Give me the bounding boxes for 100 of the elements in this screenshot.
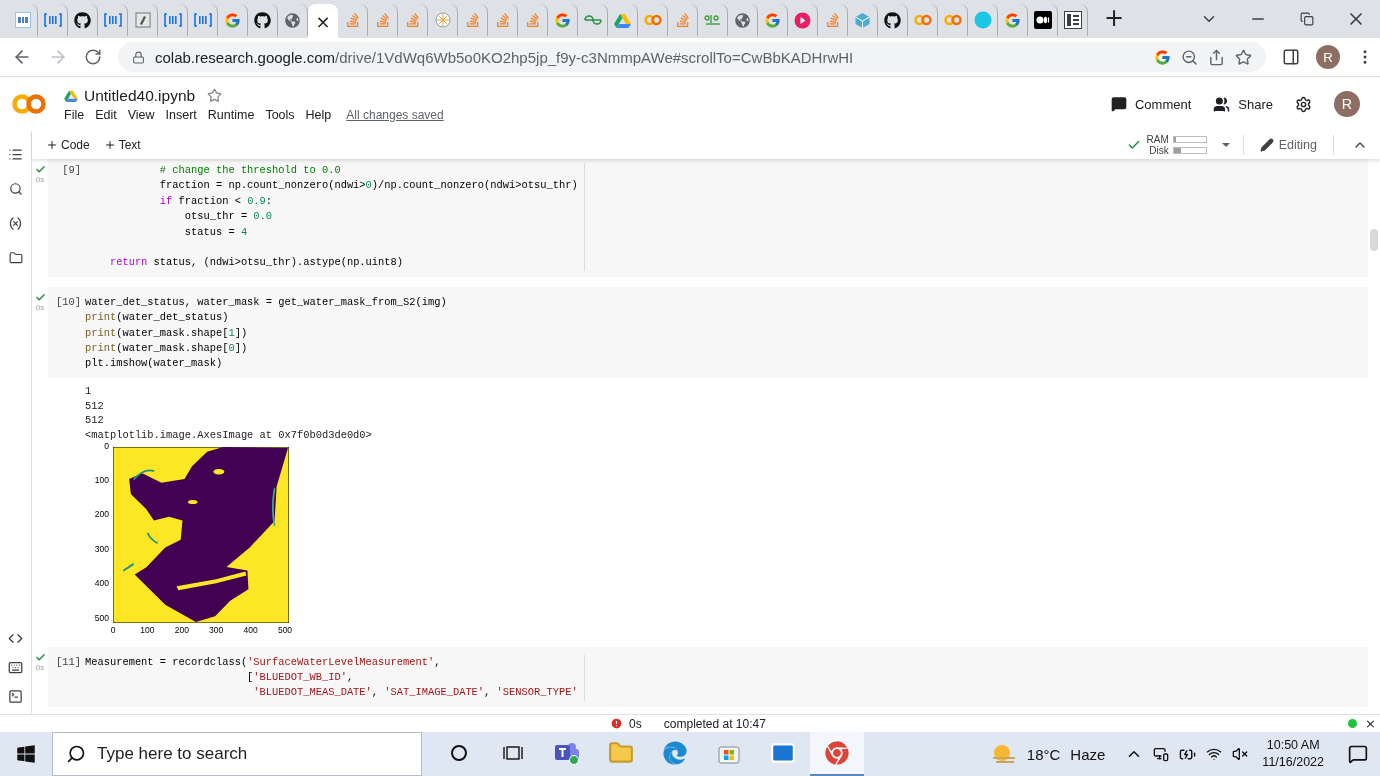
mail-icon[interactable] [770,740,796,766]
code-line: plt.imshow(water_mask) [85,356,224,372]
add-cell-button[interactable]: Code [44,138,92,152]
weather-condition[interactable]: Haze [1070,745,1106,763]
folder-icon[interactable] [8,251,23,265]
code-line: 'BLUEDOT_MEAS_DATE', 'SAT_IMAGE_DATE', 'SENSOR_TYPE' [252,685,579,701]
pencil-icon [1259,138,1274,152]
reader-icon [1063,11,1082,29]
google-icon [554,11,571,29]
command-palette-icon[interactable] [8,660,23,675]
code-cell[interactable]: [11] Measurement = recordclass('SurfaceWaterLevelMeasurement', ['BLUEDOT_WB_ID', 'BLUEDOT_MEAS_DATE', 'SAT_IMAGE_DATE', 'SENSOR_TYPE' [48,646,1368,707]
menu-item[interactable]: Insert [165,107,197,122]
menu-item[interactable]: View [127,107,155,122]
google-icon[interactable] [1154,48,1171,66]
meet-icon[interactable] [1153,746,1170,762]
star-icon[interactable] [207,88,223,103]
side-panel-icon[interactable] [1282,48,1300,66]
settings-icon[interactable] [1295,95,1312,113]
shoreline-mark [271,487,276,527]
address-bar[interactable]: colab.research.google.com/drive/1VdWq6Wb5o0KO2hp5jp_f9y-c3NmmpAWe#scrollTo=CwBbKADHrwHI [118,42,1266,72]
save-status-link[interactable]: All changes saved [346,107,444,122]
execution-count: [10] [55,294,82,310]
comment-icon [1110,96,1127,112]
code-cell[interactable]: [9] # change the threshold to 0.0 fraction = np.count_nonzero(ndwi>0)/np.count_nonzero(ndwi>otsu_thr) if fraction < 0.9: otsu_thr = 0.0 status = 4 return status, (ndwi>otsu_thr).astype(np.uint8) [48,159,1368,277]
code-cell[interactable]: [10] water_det_status, water_mask = get_water_mask_from_S2(img) print(water_det_status) print(water_mask.shape[1]) print(water_mask.shape[0]) plt.imshow(water_mask) [48,286,1368,378]
menu-item[interactable]: File [64,107,85,122]
share-icon[interactable] [1208,48,1225,66]
document-icon [134,12,151,28]
zoom-out-icon[interactable] [1181,48,1198,66]
search-field[interactable]: Type here to search [52,732,422,776]
close-tab-button[interactable]: × [315,10,331,32]
island [187,499,198,504]
menu-item[interactable]: Tools [265,107,295,122]
axis-tick-label: 500 [94,612,109,623]
browser-tab[interactable]: × [308,4,338,38]
lock-icon [132,50,145,64]
output-line: <matplotlib.image.AxesImage at 0x7f0b0d3de0d0> [85,427,373,443]
status-message: completed at 10:47 [663,716,766,731]
axis-tick-label: 0 [104,440,109,451]
execution-time: 0s [629,716,642,731]
edge-icon[interactable] [663,741,687,765]
teams-icon[interactable] [554,741,580,765]
share-button[interactable]: Share [1213,95,1273,113]
colab-icon [913,14,932,26]
colab-logo [12,93,46,115]
volume-muted-icon[interactable] [1232,746,1249,762]
stack-overflow-icon [404,12,421,28]
wifi-icon[interactable] [1206,746,1223,762]
github-icon [884,11,901,29]
editing-mode-button[interactable]: Editing [1255,138,1321,152]
add-cell-button[interactable]: Text [101,138,143,152]
bracket-icon [43,13,62,27]
windows-start-icon[interactable] [16,744,36,764]
new-tab-button[interactable]: + [1100,4,1129,32]
menu-item[interactable]: Runtime [207,107,255,122]
weather-temperature[interactable]: 18°C [1026,745,1061,763]
close-status-button[interactable]: × [1365,716,1376,731]
logo-icon [583,14,602,26]
notebook-title[interactable]: Untitled40.ipynb [84,86,196,105]
terminal-icon[interactable] [8,689,23,704]
axis-tick-label: 100 [140,624,155,635]
variables-icon[interactable] [8,216,23,231]
plus-icon [46,139,58,151]
colab-icon [943,14,962,26]
notifications-icon[interactable] [1348,744,1368,764]
code-line: fraction = np.count_nonzero(ndwi>0)/np.count_nonzero(ndwi>otsu_thr) [158,178,579,194]
url-text: colab.research.google.com/drive/1VdWq6Wb5o0KO2hp5jp_f9y-c3NmmpAWe#scrollTo=CwBbKADHrwHI [155,48,855,66]
comment-button[interactable]: Comment [1110,96,1192,112]
code-line: print(water_mask.shape[1]) [85,325,249,341]
code-snippets-icon[interactable] [8,631,23,646]
run-time: 0s [35,175,45,184]
profile-avatar[interactable]: R [1316,45,1340,69]
restore-icon[interactable] [1299,12,1314,26]
cortana-icon[interactable] [450,744,468,762]
search-icon [66,744,86,764]
drive-icon [614,12,631,28]
menu-item[interactable]: Edit [95,107,117,122]
wheel-icon [434,12,451,28]
axis-tick-label: 0 [110,624,116,635]
people-icon [1213,95,1231,113]
code-line: return status, (ndwi>otsu_thr).astype(np.uint8) [108,255,404,271]
code-line: print(water_mask.shape[0]) [85,341,249,357]
table-of-contents-icon[interactable] [8,147,23,162]
chrome-icon[interactable] [825,741,849,765]
dropdown-caret-icon[interactable] [1220,142,1231,148]
globe-icon [735,12,750,28]
taskbar-clock[interactable]: 10:50 AM 11/16/2022 [1262,737,1324,771]
menu-item[interactable]: Help [305,107,332,122]
user-avatar[interactable]: R [1334,91,1360,117]
axis-tick-label: 200 [174,624,189,635]
bracket-icon [193,13,212,27]
scrollbar-thumb[interactable] [1370,229,1378,251]
search-icon[interactable] [8,182,23,196]
code-line: water_det_status, water_mask = get_water_mask_from_S2(img) [85,294,448,310]
plus-icon [103,139,116,151]
run-time: 0s [35,302,45,312]
resource-monitor[interactable]: RAM Disk [1146,134,1207,156]
star-icon[interactable] [1235,48,1252,66]
task-view-icon[interactable] [503,744,523,762]
reload-icon[interactable] [84,48,102,66]
